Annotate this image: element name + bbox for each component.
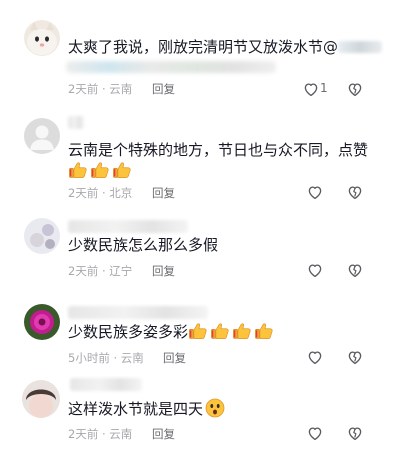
- comment-text: 太爽了我说，刚放完清明节又放泼水节@: [68, 36, 383, 58]
- reply-button[interactable]: 回复: [152, 81, 175, 97]
- avatar[interactable]: [22, 380, 60, 418]
- reply-button[interactable]: 回复: [152, 185, 175, 201]
- like-heart-icon[interactable]: [306, 348, 324, 366]
- reply-button[interactable]: 回复: [152, 426, 175, 442]
- like-heart-icon[interactable]: [306, 183, 324, 201]
- photo-avatar-icon: [24, 218, 60, 254]
- dislike-broken-heart-icon[interactable]: [346, 424, 364, 442]
- thumbs-up-emoji-icon: [112, 161, 132, 179]
- dislike-broken-heart-icon[interactable]: [346, 261, 364, 279]
- reply-button[interactable]: 回复: [163, 350, 186, 366]
- comment-meta: 2天前 · 北京: [68, 186, 133, 200]
- dislike-broken-heart-icon[interactable]: [346, 183, 364, 201]
- like-heart-icon[interactable]: [302, 80, 320, 98]
- username-blurred[interactable]: [70, 378, 142, 391]
- username-blurred[interactable]: [68, 116, 84, 129]
- username-blurred[interactable]: [68, 220, 188, 233]
- dislike-broken-heart-icon[interactable]: [346, 348, 364, 366]
- thumbs-up-emoji-icon: [232, 322, 252, 340]
- avatar[interactable]: [24, 304, 60, 340]
- thumbs-up-emoji-icon: [254, 322, 274, 340]
- thumbs-up-emoji-icon: [68, 161, 88, 179]
- dislike-broken-heart-icon[interactable]: [346, 80, 364, 98]
- comment-meta: 2天前 · 云南: [68, 82, 133, 96]
- cat-avatar-icon: [24, 20, 60, 56]
- thumbs-up-emoji-icon: [210, 322, 230, 340]
- like-count: 1: [320, 81, 328, 95]
- thumbs-up-emoji-icon: [90, 161, 110, 179]
- blurred-text-line: [66, 61, 276, 73]
- avatar[interactable]: [24, 118, 60, 154]
- avatar[interactable]: [24, 20, 60, 56]
- like-heart-icon[interactable]: [306, 424, 324, 442]
- reply-button[interactable]: 回复: [152, 263, 175, 279]
- like-heart-icon[interactable]: [306, 261, 324, 279]
- username-blurred[interactable]: [68, 306, 208, 319]
- mention-username-blurred[interactable]: [338, 41, 383, 53]
- comment-meta: 2天前 · 辽宁: [68, 264, 133, 278]
- comment-meta: 2天前 · 云南: [68, 427, 133, 441]
- default-user-avatar-icon: [24, 118, 60, 154]
- thumbs-up-emoji-icon: [188, 322, 208, 340]
- thumbs-up-emojis: [68, 160, 134, 182]
- comment-text: 这样泼水节就是四天: [68, 398, 225, 420]
- comment-text: 云南是个特殊的地方，节日也与众不同，点赞: [68, 141, 369, 159]
- comment-text: 少数民族怎么那么多假: [68, 236, 219, 254]
- photo-avatar-icon: [22, 380, 60, 418]
- comment-text: 少数民族多姿多彩: [68, 321, 276, 343]
- shocked-face-emoji-icon: [205, 398, 225, 418]
- comment-meta: 5小时前 · 云南: [68, 351, 144, 365]
- avatar[interactable]: [24, 218, 60, 254]
- flower-avatar-icon: [24, 304, 60, 340]
